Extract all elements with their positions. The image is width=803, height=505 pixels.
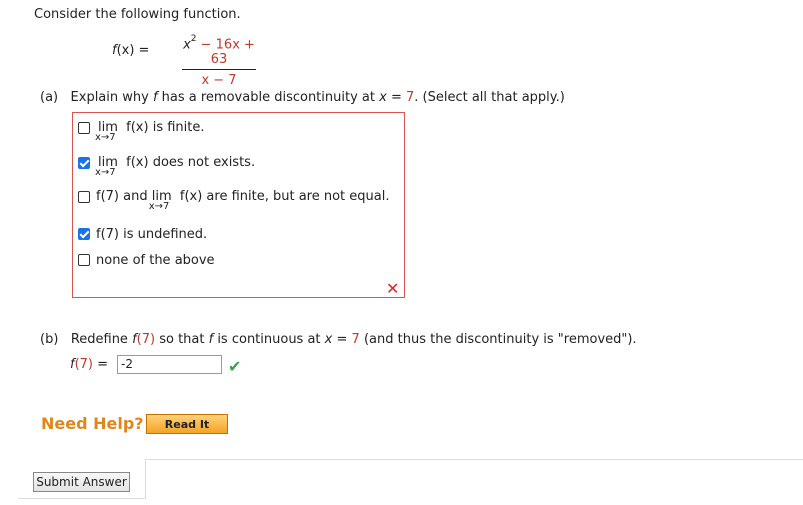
part-b-question: (b) Redefine f(7) so that f is continuou… — [40, 332, 637, 347]
option-1-checkbox[interactable] — [78, 122, 90, 134]
option-2-label: lim x→7 f(x) does not exists. — [95, 155, 256, 178]
option-1-label: lim x→7 f(x) is finite. — [95, 120, 205, 143]
function-fraction: x2 − 16x + 63 x − 7 — [182, 34, 256, 89]
option-4-checkbox[interactable] — [78, 228, 90, 240]
submit-answer-button[interactable]: Submit Answer — [33, 472, 130, 492]
fraction-numerator: x2 − 16x + 63 — [183, 34, 255, 68]
fraction-bar — [182, 69, 256, 71]
option-5-checkbox[interactable] — [78, 254, 90, 266]
divider — [145, 459, 146, 499]
need-help-label: Need Help? — [41, 414, 144, 433]
option-5-label: none of the above — [96, 253, 215, 268]
option-3-checkbox[interactable] — [78, 191, 90, 203]
read-it-button[interactable]: Read It — [146, 414, 228, 434]
function-label: f(x) = — [112, 43, 150, 58]
answer-input[interactable]: -2 — [117, 355, 222, 374]
problem-prompt: Consider the following function. — [34, 7, 241, 22]
fraction-denominator: x − 7 — [201, 73, 237, 89]
incorrect-x-icon: ✕ — [386, 279, 400, 298]
option-4-label: f(7) is undefined. — [96, 227, 208, 242]
divider — [18, 498, 146, 499]
answer-options-box — [72, 112, 405, 298]
correct-check-icon: ✔ — [228, 357, 242, 376]
part-a-question: (a) Explain why f has a removable discon… — [40, 90, 565, 105]
answer-label: f(7) = — [70, 357, 109, 372]
divider — [145, 459, 803, 460]
option-3-label: f(7) and lim x→7 f(x) are finite, but are… — [96, 189, 390, 212]
option-2-checkbox[interactable] — [78, 157, 90, 169]
